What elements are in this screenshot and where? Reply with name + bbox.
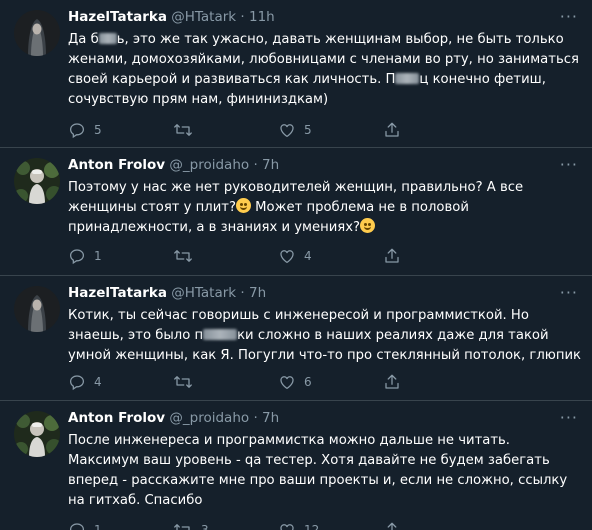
reply-button[interactable]: 5 bbox=[68, 121, 173, 139]
like-count: 5 bbox=[304, 123, 312, 137]
like-button[interactable]: 4 bbox=[278, 247, 383, 265]
reply-icon bbox=[69, 249, 85, 265]
retweet-count: 3 bbox=[201, 523, 209, 530]
more-options-icon[interactable]: ··· bbox=[560, 157, 578, 173]
avatar[interactable] bbox=[14, 158, 60, 204]
like-button[interactable]: 5 bbox=[278, 121, 383, 139]
username-handle[interactable]: @HTatark bbox=[171, 9, 236, 25]
retweet-button[interactable]: 3 bbox=[173, 521, 278, 530]
share-button[interactable] bbox=[383, 373, 488, 391]
share-icon bbox=[385, 122, 399, 137]
censored-word bbox=[203, 329, 238, 340]
reply-icon bbox=[69, 123, 85, 139]
share-icon bbox=[385, 248, 399, 263]
timestamp[interactable]: 7h bbox=[249, 285, 266, 301]
separator-dot: · bbox=[253, 410, 258, 426]
heart-icon bbox=[280, 376, 294, 390]
tweet-text: Поэтому у нас же нет руководителей женщи… bbox=[68, 178, 582, 238]
more-options-icon[interactable]: ··· bbox=[560, 285, 578, 301]
reply-count: 1 bbox=[94, 523, 102, 530]
avatar[interactable] bbox=[14, 286, 60, 332]
share-icon bbox=[387, 522, 397, 530]
text-segment: Да б bbox=[68, 32, 99, 47]
display-name[interactable]: Anton Frolov bbox=[68, 157, 165, 173]
like-count: 12 bbox=[304, 523, 320, 530]
retweet-button[interactable] bbox=[173, 121, 278, 139]
laughing-emoji-icon bbox=[235, 198, 251, 213]
separator-dot: · bbox=[240, 9, 245, 25]
reply-icon bbox=[69, 523, 85, 530]
timeline: HazelTatarka @HTatark · 11h ··· Да б ь, э… bbox=[0, 0, 592, 530]
username-handle[interactable]: @HTatark bbox=[171, 285, 236, 301]
tweet-text: После инженереса и программистка можно д… bbox=[68, 433, 568, 508]
more-options-icon[interactable]: ··· bbox=[560, 9, 578, 25]
tweet-text: Да б ь, это же так ужасно, давать женщина… bbox=[68, 30, 582, 110]
more-options-icon[interactable]: ··· bbox=[560, 410, 578, 426]
reply-icon bbox=[69, 375, 85, 391]
wink-emoji-icon bbox=[360, 218, 376, 233]
reply-count: 1 bbox=[94, 249, 102, 263]
retweet-icon bbox=[174, 124, 192, 136]
share-button[interactable] bbox=[383, 247, 488, 265]
share-icon bbox=[385, 374, 399, 389]
heart-icon bbox=[280, 250, 294, 264]
separator-dot: · bbox=[240, 285, 245, 301]
tweet-actions: 5 5 bbox=[68, 120, 488, 140]
like-count: 4 bbox=[304, 249, 312, 263]
display-name[interactable]: HazelTatarka bbox=[68, 9, 167, 25]
avatar[interactable] bbox=[14, 10, 60, 56]
display-name[interactable]: Anton Frolov bbox=[68, 410, 165, 426]
like-count: 6 bbox=[304, 375, 312, 389]
reply-count: 5 bbox=[94, 123, 102, 137]
heart-icon bbox=[280, 124, 294, 138]
retweet-icon bbox=[174, 524, 190, 530]
retweet-icon bbox=[174, 376, 192, 388]
reply-button[interactable]: 1 bbox=[68, 521, 173, 530]
username-handle[interactable]: @_proidaho bbox=[169, 157, 249, 173]
reply-button[interactable]: 4 bbox=[68, 373, 173, 391]
tweet-actions: 4 6 bbox=[68, 372, 488, 392]
separator-dot: · bbox=[253, 157, 258, 173]
retweet-icon bbox=[174, 250, 192, 262]
username-handle[interactable]: @_proidaho bbox=[169, 410, 249, 426]
timestamp[interactable]: 7h bbox=[262, 410, 279, 426]
censored-word bbox=[98, 33, 117, 44]
tweet[interactable]: Anton Frolov @_proidaho · 7h ··· После и… bbox=[0, 401, 592, 530]
display-name[interactable]: HazelTatarka bbox=[68, 285, 167, 301]
censored-word bbox=[395, 73, 420, 84]
timestamp[interactable]: 11h bbox=[249, 9, 275, 25]
reply-count: 4 bbox=[94, 375, 102, 389]
tweet-actions: 1 4 bbox=[68, 246, 488, 266]
share-button[interactable] bbox=[383, 521, 488, 530]
avatar[interactable] bbox=[14, 411, 60, 457]
retweet-button[interactable] bbox=[173, 247, 278, 265]
reply-button[interactable]: 1 bbox=[68, 247, 173, 265]
like-button[interactable]: 12 bbox=[278, 521, 383, 530]
tweet[interactable]: Anton Frolov @_proidaho · 7h ··· Поэтому… bbox=[0, 148, 592, 276]
tweet-text: Котик, ты сейчас говоришь с инженересой … bbox=[68, 306, 582, 366]
tweet[interactable]: HazelTatarka @HTatark · 7h ··· Котик, ты… bbox=[0, 276, 592, 401]
share-button[interactable] bbox=[383, 121, 488, 139]
tweet-actions: 1 3 12 bbox=[68, 520, 488, 530]
retweet-button[interactable] bbox=[173, 373, 278, 391]
timestamp[interactable]: 7h bbox=[262, 157, 279, 173]
like-button[interactable]: 6 bbox=[278, 373, 383, 391]
heart-icon bbox=[280, 524, 294, 530]
tweet[interactable]: HazelTatarka @HTatark · 11h ··· Да б ь, э… bbox=[0, 0, 592, 148]
